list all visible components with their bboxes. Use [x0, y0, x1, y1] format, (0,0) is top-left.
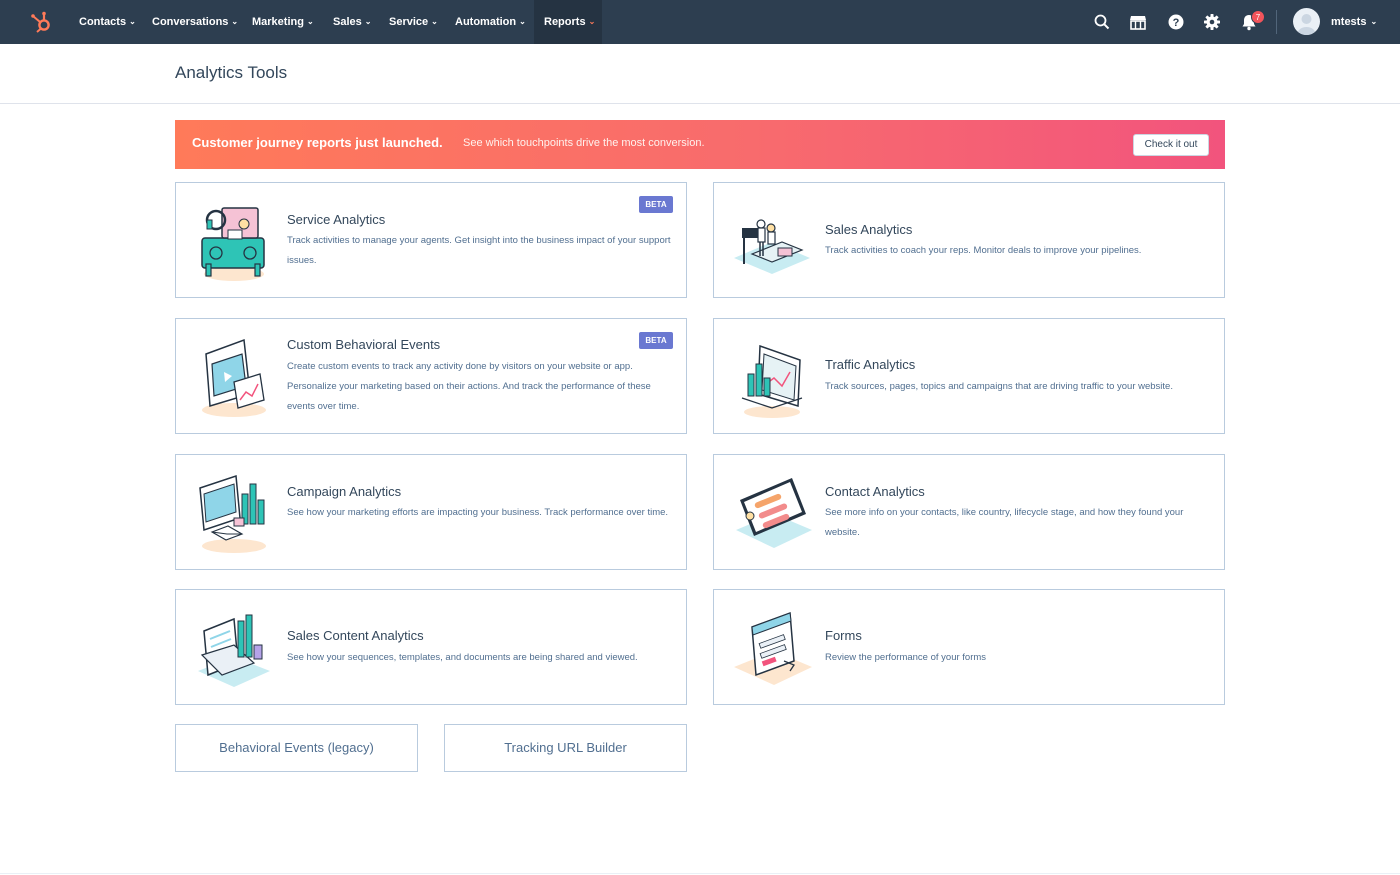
card-custom-behavioral-events[interactable]: BETA Custom Behavioral Events Create cus… [175, 318, 687, 434]
banner-title: Customer journey reports just launched. [192, 135, 443, 150]
chevron-down-icon: ⌄ [364, 17, 372, 26]
beta-badge: BETA [639, 332, 673, 349]
campaign-illustration [199, 474, 266, 553]
card-description: Review the performance of your forms [825, 652, 987, 663]
card-description: Create custom events to track any activi… [287, 361, 651, 412]
card-title: Forms [825, 628, 862, 643]
search-icon[interactable] [1092, 12, 1112, 32]
card-title: Traffic Analytics [825, 357, 916, 372]
account-menu[interactable]: mtests ⌄ [1331, 0, 1377, 44]
beta-badge: BETA [639, 196, 673, 213]
gear-icon[interactable] [1202, 12, 1222, 32]
nav-item-service[interactable]: Service ⌄ [379, 0, 448, 44]
card-title: Sales Content Analytics [287, 628, 424, 643]
contact-cards-illustration [736, 478, 812, 548]
card-sales-content-analytics[interactable]: Sales Content Analytics See how your seq… [175, 589, 687, 705]
svg-text:?: ? [1173, 17, 1180, 29]
card-forms[interactable]: Forms Review the performance of your for… [713, 589, 1225, 705]
nav-item-marketing[interactable]: Marketing ⌄ [242, 0, 324, 44]
sales-team-illustration [734, 219, 810, 274]
page-footer-divider [0, 873, 1400, 874]
nav-item-label: Service [389, 16, 429, 28]
nav-item-automation[interactable]: Automation ⌄ [445, 0, 536, 44]
card-title: Sales Analytics [825, 222, 913, 237]
chevron-down-icon: ⌄ [1370, 17, 1378, 26]
behavioral-events-legacy-button[interactable]: Behavioral Events (legacy) [175, 724, 418, 772]
tracking-url-builder-button[interactable]: Tracking URL Builder [444, 724, 687, 772]
nav-item-reports[interactable]: Reports ⌄ [534, 0, 602, 44]
nav-item-label: Reports [544, 16, 586, 28]
chevron-down-icon: ⌄ [431, 17, 438, 26]
nav-item-label: Contacts [79, 16, 127, 28]
chevron-down-icon: ⌄ [306, 17, 314, 26]
username-label: mtests [1331, 16, 1367, 28]
card-description: See how your marketing efforts are impac… [287, 507, 669, 518]
card-contact-analytics[interactable]: Contact Analytics See more info on your … [713, 454, 1225, 570]
check-it-out-button[interactable]: Check it out [1133, 134, 1209, 156]
marketplace-icon[interactable] [1128, 12, 1148, 32]
announcement-banner: Customer journey reports just launched. … [175, 120, 1225, 169]
help-icon[interactable]: ? [1166, 12, 1186, 32]
banner-text: See which touchpoints drive the most con… [463, 137, 705, 149]
top-navigation-bar: Contacts ⌄ Conversations ⌄ Marketing ⌄ Sale… [0, 0, 1400, 44]
nav-item-contacts[interactable]: Contacts ⌄ [69, 0, 146, 44]
email-documents-illustration [198, 614, 270, 687]
card-title: Service Analytics [287, 212, 386, 227]
card-description: See how your sequences, templates, and d… [287, 652, 638, 663]
chevron-down-icon: ⌄ [129, 17, 136, 26]
card-traffic-analytics[interactable]: Traffic Analytics Track sources, pages, … [713, 318, 1225, 434]
nav-item-conversations[interactable]: Conversations ⌄ [142, 0, 248, 44]
card-description: Track sources, pages, topics and campaig… [825, 381, 1173, 392]
card-title: Contact Analytics [825, 484, 925, 499]
card-service-analytics[interactable]: BETA Service Analytics Track activities … [175, 182, 687, 298]
user-avatar-icon [1297, 14, 1316, 35]
notification-count-badge: 7 [1251, 10, 1265, 24]
card-sales-analytics[interactable]: Sales Analytics Track activities to coac… [713, 182, 1225, 298]
nav-divider [1276, 10, 1277, 34]
card-description: Track activities to manage your agents. … [287, 235, 671, 266]
card-title: Campaign Analytics [287, 484, 402, 499]
video-browser-illustration [202, 338, 266, 417]
chevron-down-icon: ⌄ [588, 17, 596, 26]
chevron-down-icon: ⌄ [519, 17, 526, 26]
nav-item-label: Conversations [152, 16, 229, 28]
traffic-chart-illustration [741, 344, 803, 418]
page-title: Analytics Tools [175, 63, 288, 82]
form-illustration [734, 611, 812, 685]
nav-item-label: Sales [333, 16, 362, 28]
nav-item-sales[interactable]: Sales ⌄ [323, 0, 381, 44]
avatar[interactable] [1293, 8, 1320, 35]
nav-item-label: Marketing [252, 16, 304, 28]
nav-item-label: Automation [455, 16, 517, 28]
card-description: See more info on your contacts, like cou… [825, 507, 1184, 538]
hubspot-sprocket-icon[interactable] [30, 10, 54, 34]
card-title: Custom Behavioral Events [287, 337, 441, 352]
page-header: Analytics Tools [0, 44, 1400, 104]
chevron-down-icon: ⌄ [231, 17, 239, 26]
card-campaign-analytics[interactable]: Campaign Analytics See how your marketin… [175, 454, 687, 570]
service-desk-illustration [201, 207, 265, 281]
card-description: Track activities to coach your reps. Mon… [825, 245, 1142, 256]
